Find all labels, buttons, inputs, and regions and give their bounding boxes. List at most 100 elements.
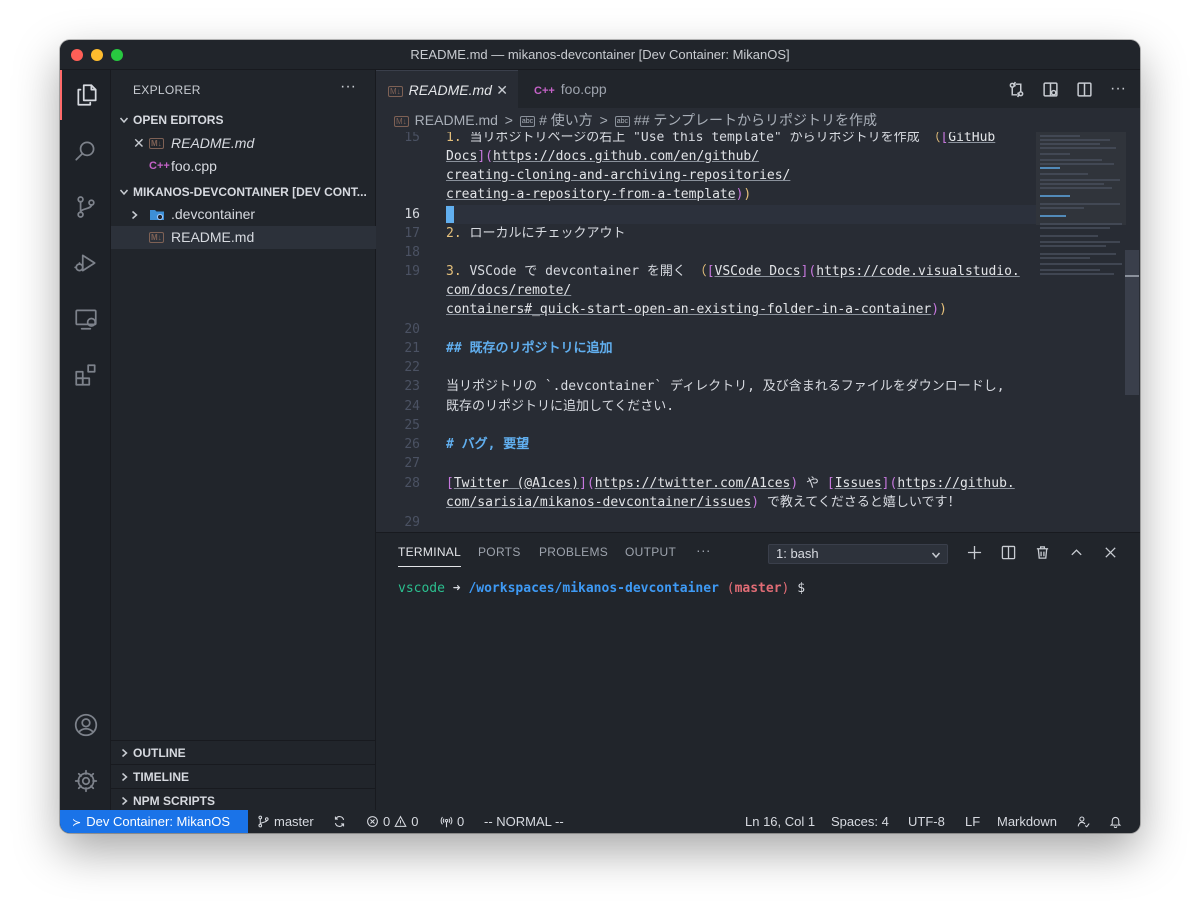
breadcrumb-item[interactable]: # 使い方 — [539, 112, 593, 128]
branch-indicator[interactable]: master — [257, 810, 314, 833]
explorer-activity[interactable] — [60, 70, 111, 120]
language-mode[interactable]: Markdown — [997, 810, 1057, 833]
search-activity[interactable] — [60, 126, 111, 176]
breadcrumb-file[interactable]: README.md — [415, 112, 498, 128]
remote-label: Dev Container: MikanOS — [86, 814, 230, 829]
new-terminal-button[interactable] — [964, 542, 984, 562]
line-text: ## 既存のリポジトリに追加 — [446, 341, 613, 356]
error-icon — [367, 816, 378, 827]
breadcrumb-separator: > — [599, 112, 608, 128]
line-number: 24 — [404, 399, 420, 414]
folder-devcontainer[interactable]: .devcontainer — [111, 203, 376, 226]
tab-foo-cpp[interactable]: C++ foo.cpp — [522, 70, 632, 108]
tab-ports[interactable]: PORTS — [478, 545, 521, 567]
split-editor-button[interactable] — [1074, 80, 1094, 98]
open-changes-button[interactable] — [1006, 80, 1026, 98]
line-text: containers#_quick-start-open-an-existing… — [446, 302, 947, 317]
problems-indicator[interactable]: 0 0 — [366, 810, 418, 833]
line-text: com/sarisia/mikanos-devcontainer/issues)… — [446, 495, 961, 510]
heading-symbol-icon: abc — [614, 115, 631, 127]
workspace-section[interactable]: MIKANOS-DEVCONTAINER [DEV CONT... — [111, 180, 376, 204]
extensions-icon — [74, 364, 96, 386]
run-debug-activity[interactable] — [60, 238, 111, 288]
editor-line: 28 [Twitter (@A1ces)](https://twitter.co… — [376, 474, 1036, 493]
more-editor-actions-button[interactable]: ··· — [1108, 80, 1128, 98]
markdown-icon: M↓ — [388, 85, 403, 97]
minimap[interactable] — [1036, 132, 1126, 332]
cpp-icon: C++ — [149, 160, 170, 172]
close-panel-button[interactable] — [1100, 542, 1120, 562]
maximize-panel-button[interactable] — [1066, 542, 1086, 562]
line-text: com/docs/remote/ — [446, 283, 572, 298]
cpp-icon: C++ — [534, 85, 555, 97]
outline-section[interactable]: OUTLINE — [111, 740, 376, 764]
ports-indicator[interactable]: 0 — [440, 810, 464, 833]
tab-label: README.md — [408, 82, 492, 98]
accounts-activity[interactable] — [60, 700, 111, 750]
search-icon — [74, 141, 94, 161]
editor-line-current: 16 — [376, 205, 1036, 224]
close-icon[interactable]: ✕ — [496, 71, 508, 109]
ports-count: 0 — [457, 814, 465, 829]
cursor-position-marker — [1125, 275, 1139, 277]
more-actions-button[interactable]: ··· — [340, 78, 356, 96]
editor-scrollbar-thumb[interactable] — [1125, 250, 1139, 395]
line-number: 15 — [404, 132, 420, 145]
extensions-activity[interactable] — [60, 350, 111, 400]
terminal-prompt[interactable]: vscode ➜ /workspaces/mikanos-devcontaine… — [398, 581, 805, 596]
feedback-button[interactable] — [1077, 810, 1090, 833]
kill-terminal-button[interactable] — [1032, 542, 1052, 562]
prompt-arrow: ➜ — [452, 581, 461, 596]
line-text: 1. 当リポジトリページの右上 "Use this template" からリポ… — [446, 132, 996, 145]
manage-activity[interactable] — [60, 756, 111, 806]
timeline-section[interactable]: TIMELINE — [111, 764, 376, 788]
tab-output[interactable]: OUTPUT — [625, 545, 676, 567]
panel-actions — [964, 542, 1120, 562]
line-number: 27 — [404, 456, 420, 471]
line-number: 20 — [404, 322, 420, 337]
remote-indicator[interactable]: ≻​ Dev Container: MikanOS — [60, 810, 248, 833]
split-terminal-button[interactable] — [998, 542, 1018, 562]
cursor-position[interactable]: Ln 16, Col 1 — [745, 810, 815, 833]
sync-button[interactable] — [333, 810, 346, 833]
open-editor-readme[interactable]: ✕ M↓ README.md — [111, 132, 376, 155]
source-control-activity[interactable] — [60, 182, 111, 232]
indentation[interactable]: Spaces: 4 — [831, 810, 889, 833]
open-preview-button[interactable] — [1040, 80, 1060, 98]
more-panel-tabs-button[interactable]: ··· — [696, 542, 711, 564]
window-title: README.md — mikanos-devcontainer [Dev Co… — [410, 47, 790, 62]
terminal-selector[interactable]: 1: bash — [768, 544, 948, 564]
line-number: 18 — [404, 245, 420, 260]
end-of-line[interactable]: LF — [965, 810, 980, 833]
chevron-down-icon — [117, 180, 131, 204]
remote-icon: ≻​ — [72, 817, 82, 829]
breadcrumb-separator: > — [504, 112, 513, 128]
files-icon — [76, 84, 97, 106]
sync-icon — [334, 816, 345, 827]
vim-mode: -- NORMAL -- — [484, 814, 564, 829]
line-text: 当リポジトリの `.devcontainer` ディレクトリ, 及び含まれるファ… — [446, 379, 1005, 394]
notifications-button[interactable] — [1109, 810, 1122, 833]
close-icon[interactable]: ✕ — [133, 132, 145, 155]
tab-terminal[interactable]: TERMINAL — [398, 545, 462, 567]
remote-explorer-activity[interactable] — [60, 294, 111, 344]
code-editor[interactable]: 15 1. 当リポジトリページの右上 "Use this template" か… — [376, 132, 1140, 532]
editor-line: 24 既存のリポジトリに追加してください. — [376, 397, 1036, 416]
breadcrumb-item[interactable]: ## テンプレートからリポジトリを作成 — [634, 112, 877, 128]
npm-scripts-section[interactable]: NPM SCRIPTS — [111, 788, 376, 812]
line-number: 16 — [404, 207, 420, 222]
vscode-window: README.md — mikanos-devcontainer [Dev Co… — [60, 40, 1140, 833]
warning-count: 0 — [411, 814, 419, 829]
tab-readme[interactable]: M↓ README.md ✕ — [376, 70, 518, 108]
prompt-paren-close: ) — [781, 581, 790, 596]
file-readme[interactable]: M↓ README.md — [111, 226, 376, 249]
line-text: [Twitter (@A1ces)](https://twitter.com/A… — [446, 476, 1015, 491]
open-editors-section[interactable]: OPEN EDITORS — [111, 108, 376, 132]
chevron-up-icon — [1070, 548, 1082, 555]
open-editor-foo-cpp[interactable]: C++ foo.cpp — [111, 155, 376, 178]
editor-line: 15 1. 当リポジトリページの右上 "Use this template" か… — [376, 132, 1036, 147]
line-number: 22 — [404, 360, 420, 375]
encoding[interactable]: UTF-8 — [908, 810, 945, 833]
tab-problems[interactable]: PROBLEMS — [539, 545, 608, 567]
line-text: 2. ローカルにチェックアウト — [446, 226, 626, 241]
